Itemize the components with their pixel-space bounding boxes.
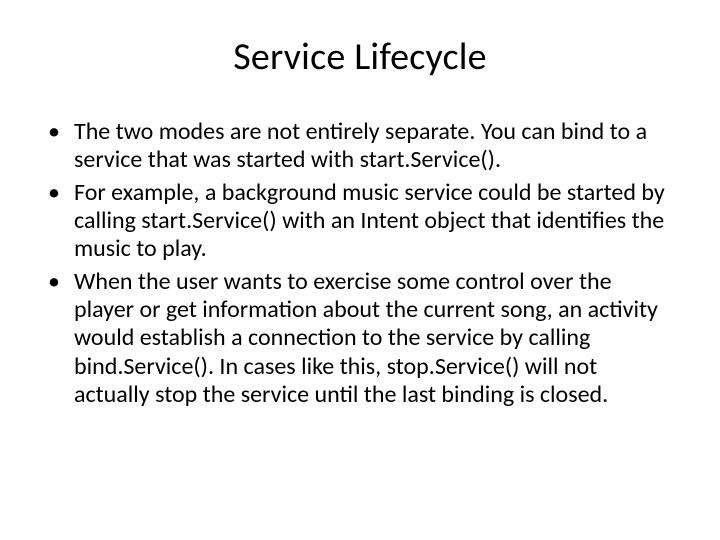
bullet-list: The two modes are not entirely separate.… [46, 118, 674, 409]
list-item: For example, a background music service … [74, 179, 674, 264]
list-item: The two modes are not entirely separate.… [74, 118, 674, 175]
slide: Service Lifecycle The two modes are not … [0, 0, 720, 540]
list-item: When the user wants to exercise some con… [74, 268, 674, 410]
slide-title: Service Lifecycle [46, 34, 674, 80]
